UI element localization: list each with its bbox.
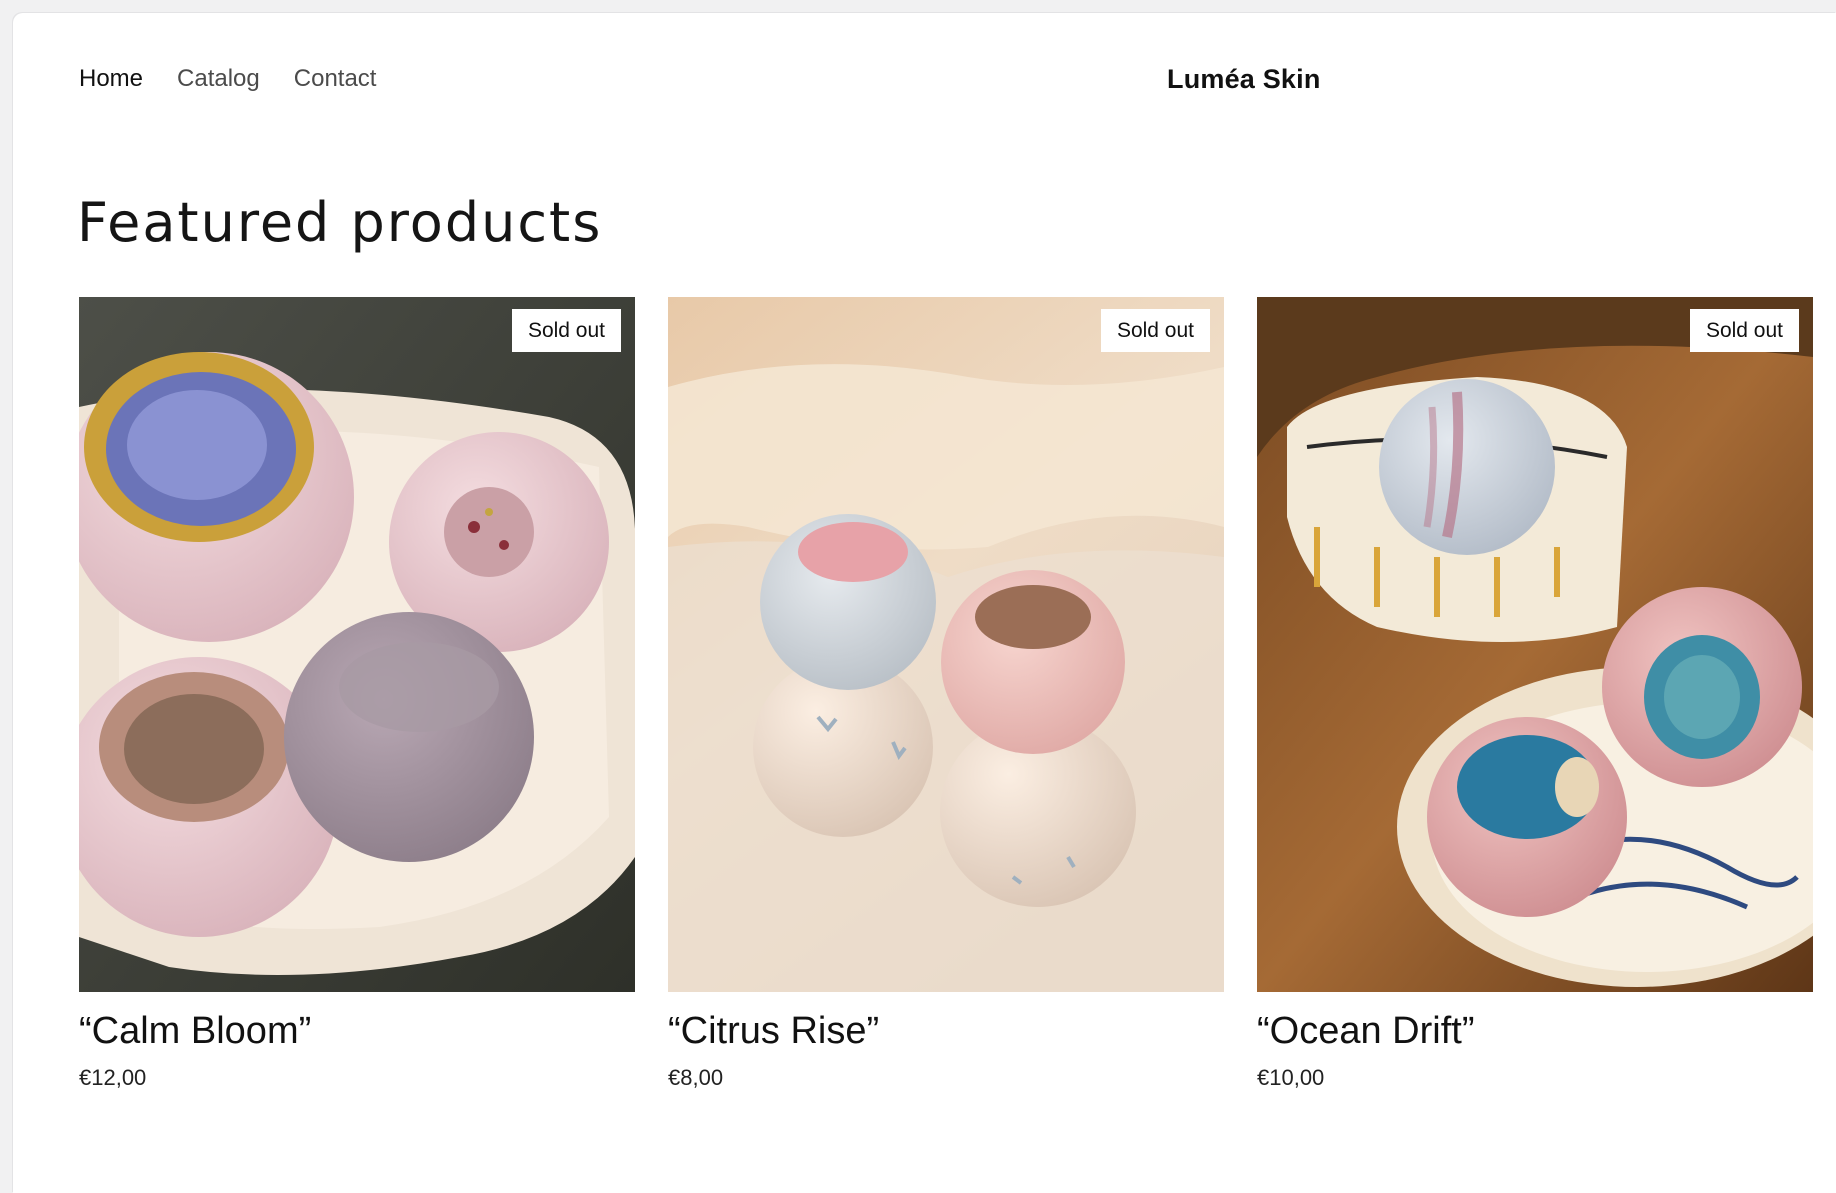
bath-bombs-photo-2 <box>668 297 1224 992</box>
nav-catalog-link[interactable]: Catalog <box>177 65 260 93</box>
main-nav: Home Catalog Contact <box>79 65 376 93</box>
product-image[interactable]: Sold out <box>1257 297 1813 992</box>
product-title[interactable]: “Calm Bloom” <box>79 1010 635 1053</box>
product-image[interactable]: Sold out <box>79 297 635 992</box>
section-heading: Featured products <box>77 191 603 254</box>
product-price: €10,00 <box>1257 1065 1325 1090</box>
product-image[interactable]: Sold out <box>668 297 1224 992</box>
bath-bombs-photo-3 <box>1257 297 1813 992</box>
product-title[interactable]: “Ocean Drift” <box>1257 1010 1813 1053</box>
product-title[interactable]: “Citrus Rise” <box>668 1010 1224 1053</box>
browser-viewport: Home Catalog Contact Luméa Skin Featured… <box>13 13 1836 1193</box>
bath-bombs-photo-1 <box>79 297 635 992</box>
product-card-citrus-rise[interactable]: Sold out “Citrus Rise” €8,00 <box>668 297 1224 1091</box>
nav-home-link[interactable]: Home <box>79 65 143 93</box>
product-price: €12,00 <box>79 1065 147 1090</box>
store-logo[interactable]: Luméa Skin <box>1167 64 1321 95</box>
product-card-calm-bloom[interactable]: Sold out “Calm Bloom” €12,00 <box>79 297 635 1091</box>
product-price: €8,00 <box>668 1065 724 1090</box>
product-card-ocean-drift[interactable]: Sold out “Ocean Drift” €10,00 <box>1257 297 1813 1091</box>
sold-out-badge: Sold out <box>511 309 621 352</box>
nav-contact-link[interactable]: Contact <box>294 65 377 93</box>
sold-out-badge: Sold out <box>1689 309 1799 352</box>
sold-out-badge: Sold out <box>1100 309 1210 352</box>
